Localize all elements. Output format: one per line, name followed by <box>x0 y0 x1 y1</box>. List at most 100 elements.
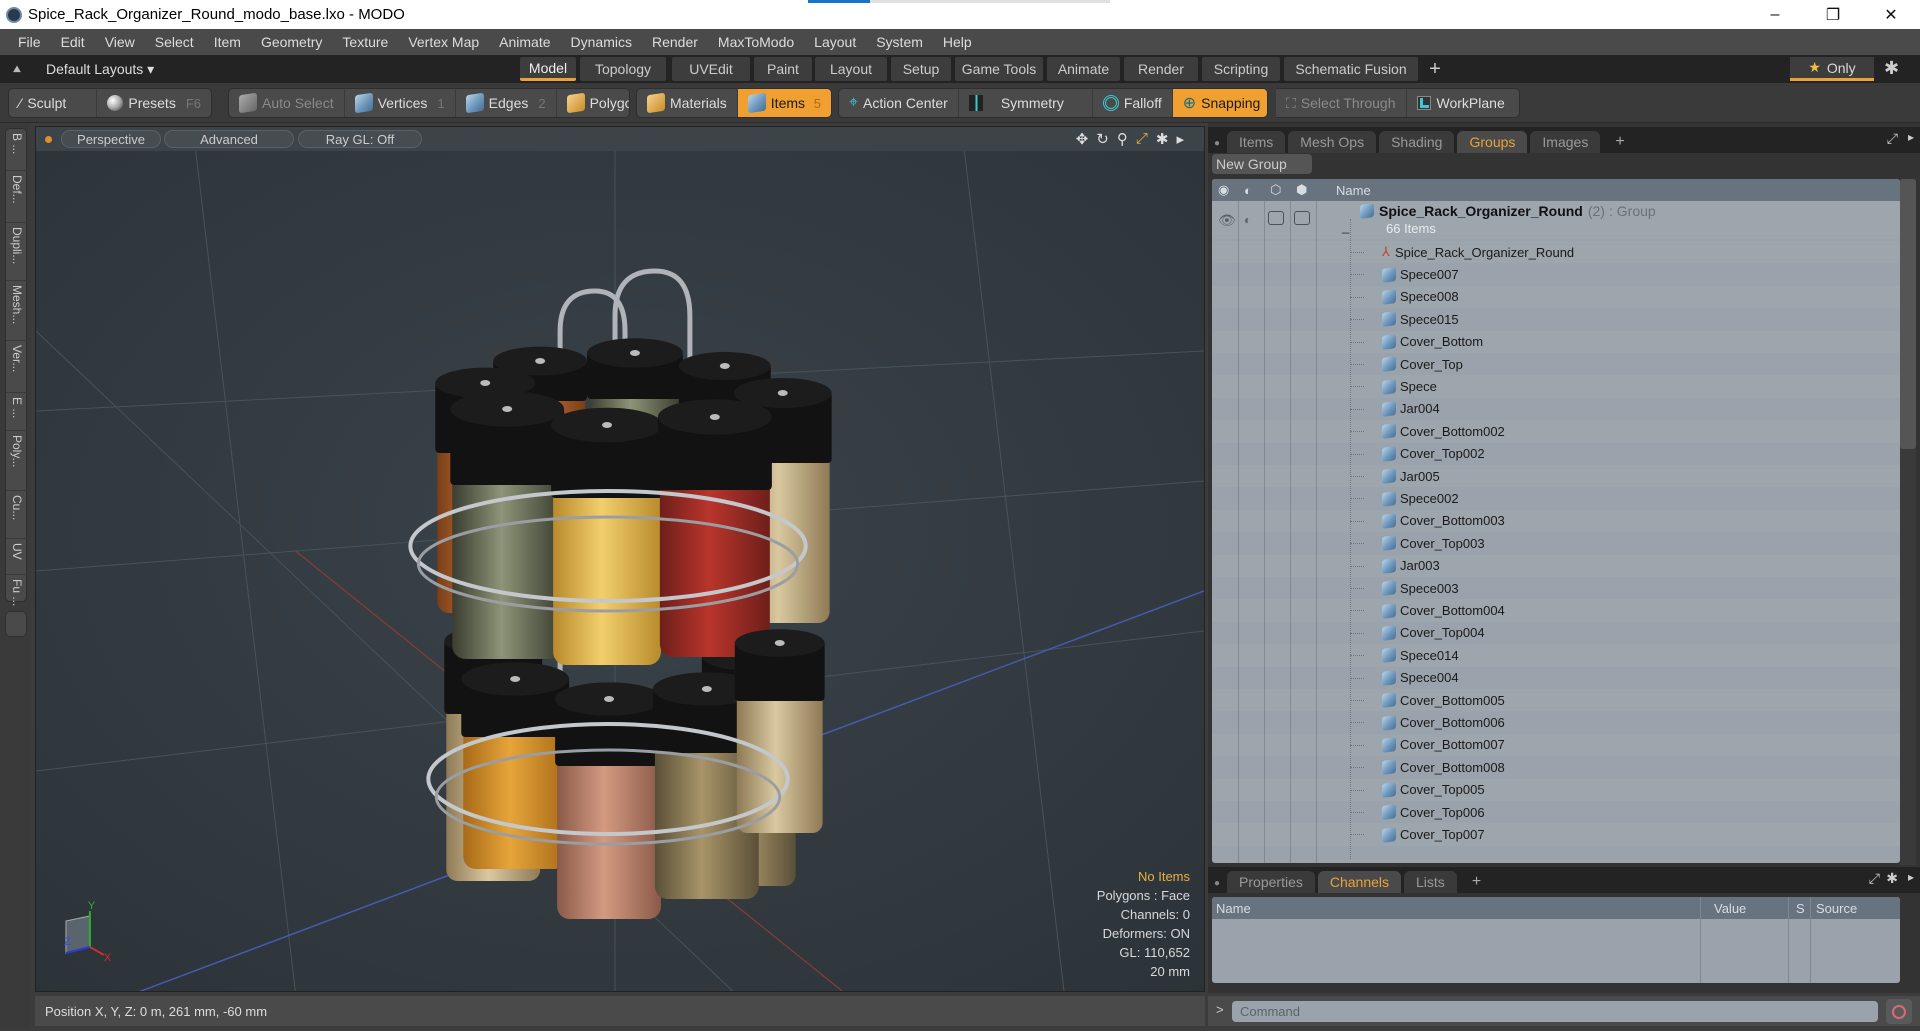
rotate-icon[interactable]: ↻ <box>1096 130 1109 148</box>
left-tab-4[interactable]: Ver... <box>6 341 28 393</box>
left-tab-8[interactable]: UV <box>6 539 28 575</box>
3d-viewport[interactable]: Perspective Advanced Ray GL: Off ✥ ↻ ⚲ ⤢… <box>35 126 1205 992</box>
layout-tab-topology[interactable]: Topology <box>580 57 666 81</box>
channels-arrow-icon[interactable]: ▸ <box>1908 870 1914 884</box>
channels_panel-tab-channels[interactable]: Channels <box>1317 871 1402 893</box>
left-tab-1[interactable]: Def... <box>6 171 28 223</box>
group-item-row[interactable]: Spece014 <box>1212 644 1900 666</box>
group-item-row[interactable]: Jar003 <box>1212 555 1900 577</box>
group-item-row[interactable]: Spece004 <box>1212 667 1900 689</box>
render-column-icon[interactable]: ◐ <box>1244 183 1252 198</box>
group-item-row[interactable]: Cover_Top <box>1212 353 1900 375</box>
lock-column-icon[interactable]: ⬡ <box>1270 182 1281 198</box>
materials-button[interactable]: Materials <box>637 89 738 117</box>
shading-mode-button[interactable]: Advanced <box>164 130 294 148</box>
channels_panel-add-tab-button[interactable]: + <box>1460 871 1493 893</box>
group-item-row[interactable]: Jar005 <box>1212 465 1900 487</box>
menu-view[interactable]: View <box>95 34 145 50</box>
presets-button[interactable]: Presets F6 <box>97 89 211 117</box>
menu-help[interactable]: Help <box>933 34 982 50</box>
group-item-row[interactable]: Spece007 <box>1212 263 1900 285</box>
eye-icon[interactable]: 👁 <box>1218 212 1236 229</box>
group-item-row[interactable]: Cover_Bottom007 <box>1212 734 1900 756</box>
expand-arrow-icon[interactable]: ▸ <box>1176 130 1184 148</box>
left-tab-3[interactable]: Mesh... <box>6 281 28 341</box>
layout-tab-uvedit[interactable]: UVEdit <box>672 57 750 81</box>
pan-icon[interactable]: ✥ <box>1076 130 1089 148</box>
zoom-icon[interactable]: ⚲ <box>1117 130 1128 148</box>
close-button[interactable]: ✕ <box>1862 0 1920 29</box>
group-item-row[interactable]: Cover_Top005 <box>1212 779 1900 801</box>
maximize-icon[interactable]: ⤢ <box>1136 130 1148 148</box>
select-through-button[interactable]: ⛶ Select Through <box>1276 89 1407 117</box>
group-item-row[interactable]: Spece002 <box>1212 487 1900 509</box>
group-item-row[interactable]: Spece <box>1212 375 1900 397</box>
group-item-row[interactable]: Cover_Top003 <box>1212 532 1900 554</box>
name-column-header[interactable]: Name <box>1336 183 1371 198</box>
select-checkbox[interactable] <box>1294 211 1310 225</box>
menu-layout[interactable]: Layout <box>804 34 866 50</box>
default-layouts-dropdown[interactable]: Default Layouts ▾ <box>46 61 154 78</box>
channels-col-source[interactable]: Source <box>1816 901 1857 916</box>
layout-tab-render[interactable]: Render <box>1124 57 1198 81</box>
symmetry-button[interactable]: Symmetry <box>959 89 1093 117</box>
polygons-button[interactable]: Polygons <box>557 89 629 117</box>
channels_panel-menu-dot-icon[interactable]: ● <box>1214 878 1220 889</box>
menu-animate[interactable]: Animate <box>489 34 560 50</box>
group-row[interactable]: 👁 ◐ _ Spice_Rack_Organizer_Round (2) : G… <box>1212 201 1900 239</box>
collapse-toggle[interactable]: _ <box>1342 219 1349 234</box>
menu-dynamics[interactable]: Dynamics <box>561 34 642 50</box>
panel-arrow-icon[interactable]: ▸ <box>1908 130 1914 144</box>
left-tab-6[interactable]: Poly... <box>6 431 28 491</box>
channels-col-value[interactable]: Value <box>1714 901 1746 916</box>
menu-file[interactable]: File <box>8 34 51 50</box>
restore-button[interactable]: ❐ <box>1804 0 1862 29</box>
menu-maxtomodo[interactable]: MaxToModo <box>708 34 804 50</box>
group-item-row[interactable]: Cover_Bottom <box>1212 331 1900 353</box>
group-item-row[interactable]: Cover_Top006 <box>1212 801 1900 823</box>
panel-maximize-icon[interactable]: ⤢ <box>1887 130 1898 147</box>
groups_panel-menu-dot-icon[interactable]: ● <box>1214 138 1220 149</box>
groups_panel-tab-images[interactable]: Images <box>1530 131 1601 153</box>
group-item-row[interactable]: Spece015 <box>1212 308 1900 330</box>
layout-collapse-icon[interactable]: ⯅ <box>6 61 28 78</box>
groups_panel-add-tab-button[interactable]: + <box>1603 131 1636 153</box>
group-item-row[interactable]: Spece003 <box>1212 577 1900 599</box>
left-tab-5[interactable]: E ... <box>6 393 28 431</box>
group-item-row[interactable]: Cover_Bottom002 <box>1212 420 1900 442</box>
raygl-button[interactable]: Ray GL: Off <box>298 130 422 148</box>
groups_panel-tab-mesh-ops[interactable]: Mesh Ops <box>1288 131 1377 153</box>
layout-tab-layout[interactable]: Layout <box>815 57 887 81</box>
layout-tab-model[interactable]: Model <box>520 57 576 81</box>
items-button[interactable]: Items 5 <box>737 89 831 117</box>
viewport-indicator-dot[interactable] <box>45 135 52 143</box>
new-group-button[interactable]: New Group <box>1212 154 1312 174</box>
menu-texture[interactable]: Texture <box>332 34 398 50</box>
left-strip-extra-button[interactable] <box>5 611 27 637</box>
group-item-row[interactable]: Cover_Bottom006 <box>1212 711 1900 733</box>
menu-system[interactable]: System <box>866 34 933 50</box>
auto-select-button[interactable]: Auto Select <box>229 89 345 117</box>
groups-scrollbar-thumb[interactable] <box>1900 179 1916 449</box>
falloff-button[interactable]: Falloff <box>1093 89 1173 117</box>
menu-render[interactable]: Render <box>642 34 708 50</box>
left-tab-7[interactable]: Cu... <box>6 491 28 539</box>
groups_panel-tab-items[interactable]: Items <box>1227 131 1286 153</box>
command-input[interactable] <box>1232 1001 1878 1022</box>
group-item-row[interactable]: Cover_Bottom008 <box>1212 756 1900 778</box>
group-item-row[interactable]: Cover_Bottom004 <box>1212 599 1900 621</box>
group-item-row[interactable]: Spece008 <box>1212 286 1900 308</box>
menu-item[interactable]: Item <box>204 34 251 50</box>
groups-scrollbar[interactable] <box>1900 179 1916 865</box>
layout-tab-paint[interactable]: Paint <box>754 57 812 81</box>
view-mode-button[interactable]: Perspective <box>61 130 161 148</box>
lock-checkbox[interactable] <box>1268 211 1284 225</box>
channels-col-s[interactable]: S <box>1796 901 1805 916</box>
layout-tab-setup[interactable]: Setup <box>891 57 951 81</box>
menu-vertex-map[interactable]: Vertex Map <box>398 34 489 50</box>
record-macro-button[interactable] <box>1886 999 1912 1024</box>
menu-select[interactable]: Select <box>145 34 204 50</box>
group-item-row[interactable]: Cover_Top002 <box>1212 443 1900 465</box>
group-item-row[interactable]: Jar004 <box>1212 398 1900 420</box>
group-item-row[interactable]: Cover_Bottom005 <box>1212 689 1900 711</box>
